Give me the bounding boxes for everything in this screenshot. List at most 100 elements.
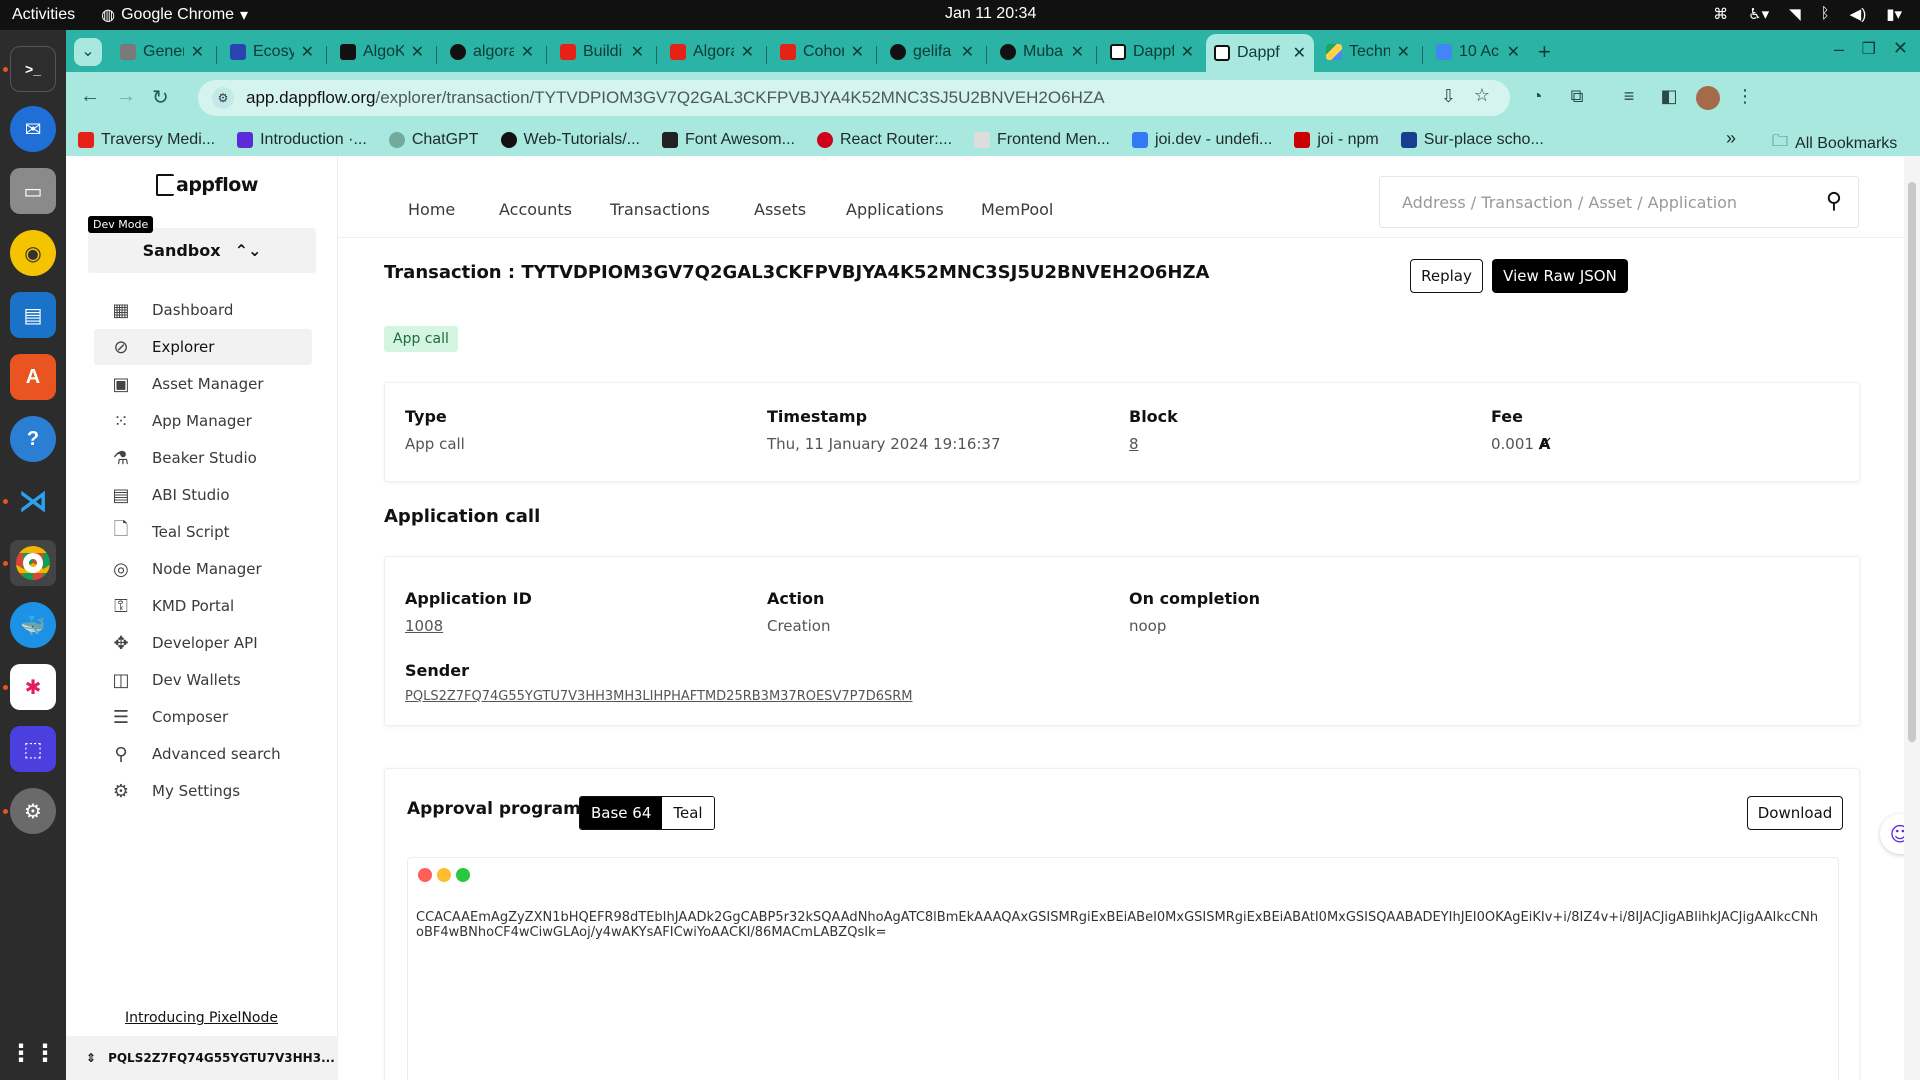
terminal-icon[interactable]: >_ [10,46,56,92]
tab-close-icon[interactable]: ✕ [1507,42,1520,62]
tab-close-icon[interactable]: ✕ [411,42,424,62]
close-window-button[interactable]: ✕ [1893,38,1908,59]
format-teal-button[interactable]: Teal [662,797,714,829]
nav-assets[interactable]: Assets [754,200,806,219]
accessibility-icon[interactable]: ♿▾ [1748,5,1769,23]
tab-close-icon[interactable]: ✕ [1293,43,1306,63]
show-apps-icon[interactable]: ⋮⋮ [9,1030,57,1076]
bookmark-item[interactable]: joi.dev - undefi... [1131,131,1272,149]
view-raw-json-button[interactable]: View Raw JSON [1492,259,1628,293]
maximize-button[interactable]: ❐ [1862,39,1876,59]
tab-close-icon[interactable]: ✕ [851,42,864,62]
settings-icon[interactable]: ⚙ [10,788,56,834]
activities-button[interactable]: Activities [12,6,75,24]
slack-icon[interactable]: ✱ [10,664,56,710]
side-panel-icon[interactable]: ◧ [1658,86,1680,108]
address-bar[interactable]: ⚙ app.dappflow.org/explorer/transaction/… [198,80,1510,116]
sidebar-item-kmd-portal[interactable]: ⚿ KMD Portal [94,588,312,624]
rhythmbox-icon[interactable]: ◉ [10,230,56,276]
site-info-icon[interactable]: ⚙ [212,87,234,109]
extension-icon[interactable]: ◔ [1526,86,1548,108]
format-base64-button[interactable]: Base 64 [580,797,663,829]
bookmark-star-icon[interactable]: ☆ [1474,85,1490,106]
sidebar-item-my-settings[interactable]: ⚙ My Settings [94,773,312,809]
tab-item[interactable]: Gener ✕ [112,37,212,67]
bookmark-item[interactable]: Traversy Medi... [78,131,215,149]
tab-item[interactable]: gelifa ✕ [882,37,982,67]
bookmark-item[interactable]: Web-Tutorials/... [500,131,640,149]
brand-logo[interactable]: appflow [156,174,258,196]
tab-close-icon[interactable]: ✕ [961,42,974,62]
bookmark-item[interactable]: Introduction ·... [237,131,367,149]
nav-applications[interactable]: Applications [846,200,944,219]
app-id-link[interactable]: 1008 [405,617,443,635]
forward-button[interactable]: → [116,85,136,108]
sidebar-item-teal-script[interactable]: 🗋 Teal Script [94,514,312,550]
nav-home[interactable]: Home [408,200,455,219]
tab-close-icon[interactable]: ✕ [1397,42,1410,62]
account-switcher[interactable]: ⇕ PQLS2Z7FQ74G55YGTU7V3HH3... [66,1036,338,1080]
thunderbird-icon[interactable]: ✉ [10,106,56,152]
sidebar-item-dashboard[interactable]: ▦ Dashboard [94,292,312,328]
bookmark-item[interactable]: joi - npm [1294,131,1379,149]
tab-close-icon[interactable]: ✕ [191,42,204,62]
app-menu[interactable]: ◍ Google Chrome ▾ [101,5,248,25]
sidebar-item-developer-api[interactable]: ✥ Developer API [94,625,312,661]
writer-icon[interactable]: ▤ [10,292,56,338]
bluetooth-icon[interactable]: ᛒ [1821,5,1830,23]
tab-item[interactable]: Dappf ✕ [1102,37,1202,67]
nav-accounts[interactable]: Accounts [499,200,572,219]
sidebar-item-app-manager[interactable]: ⁙ App Manager [94,403,312,439]
wifi-icon[interactable]: ◥ [1789,5,1801,23]
tab-item[interactable]: 10 Ac ✕ [1428,37,1528,67]
sidebar-item-abi-studio[interactable]: ▤ ABI Studio [94,477,312,513]
page-scrollbar[interactable] [1904,156,1920,1080]
tab-item[interactable]: Algora ✕ [662,37,762,67]
tab-close-icon[interactable]: ✕ [1071,42,1084,62]
replay-button[interactable]: Replay [1410,259,1483,293]
back-button[interactable]: ← [80,85,100,108]
bookmark-item[interactable]: ChatGPT [388,131,479,149]
tab-item[interactable]: AlgoK ✕ [332,37,432,67]
scroll-thumb[interactable] [1908,182,1916,742]
tab-item[interactable]: Techn ✕ [1318,37,1418,67]
tab-close-icon[interactable]: ✕ [631,42,644,62]
all-bookmarks-folder[interactable]: 🗀 All Bookmarks [1772,130,1897,157]
screenshot-icon[interactable]: ⬚ [10,726,56,772]
extensions-puzzle-icon[interactable]: ⧉ [1566,86,1588,108]
bookmark-item[interactable]: Frontend Men... [974,131,1110,149]
sidebar-item-beaker-studio[interactable]: ⚗ Beaker Studio [94,440,312,476]
nav-mempool[interactable]: MemPool [981,200,1053,219]
sidebar-item-advanced-search[interactable]: ⚲ Advanced search [94,736,312,772]
chrome-icon[interactable] [10,540,56,586]
bookmark-item[interactable]: Font Awesom... [661,131,795,149]
install-app-icon[interactable]: ⇩ [1441,86,1456,107]
tab-close-icon[interactable]: ✕ [521,42,534,62]
files-icon[interactable]: ▭ [10,168,56,214]
download-button[interactable]: Download [1747,796,1843,830]
tab-item[interactable]: Buildi ✕ [552,37,652,67]
volume-icon[interactable]: ◀) [1850,5,1867,23]
sidebar-item-node-manager[interactable]: ◎ Node Manager [94,551,312,587]
search-input[interactable]: Address / Transaction / Asset / Applicat… [1379,176,1859,228]
vscode-icon[interactable]: ⋊ [10,478,56,524]
minimize-button[interactable]: – [1834,39,1844,60]
block-link[interactable]: 8 [1129,435,1139,453]
app-center-icon[interactable]: A [10,354,56,400]
help-icon[interactable]: ? [10,416,56,462]
nav-transactions[interactable]: Transactions [610,200,710,219]
new-tab-button[interactable]: + [1538,39,1551,65]
sidebar-item-composer[interactable]: ☰ Composer [94,699,312,735]
tab-close-icon[interactable]: ✕ [301,42,314,62]
sidebar-item-dev-wallets[interactable]: ◫ Dev Wallets [94,662,312,698]
bookmark-item[interactable]: Sur-place scho... [1400,131,1544,149]
network-selector[interactable]: Sandbox ⌃⌄ [88,228,316,273]
tab-close-icon[interactable]: ✕ [1181,42,1194,62]
docker-icon[interactable]: 🐳 [10,602,56,648]
bookmark-item[interactable]: React Router:... [816,131,952,149]
sidebar-item-explorer[interactable]: ⊘ Explorer [94,329,312,365]
network-icon[interactable]: ⌘ [1713,5,1728,23]
clock[interactable]: Jan 11 20:34 [945,5,1036,23]
tab-item[interactable]: Mubar ✕ [992,37,1092,67]
tab-item-active[interactable]: Dappf ✕ [1206,34,1314,72]
